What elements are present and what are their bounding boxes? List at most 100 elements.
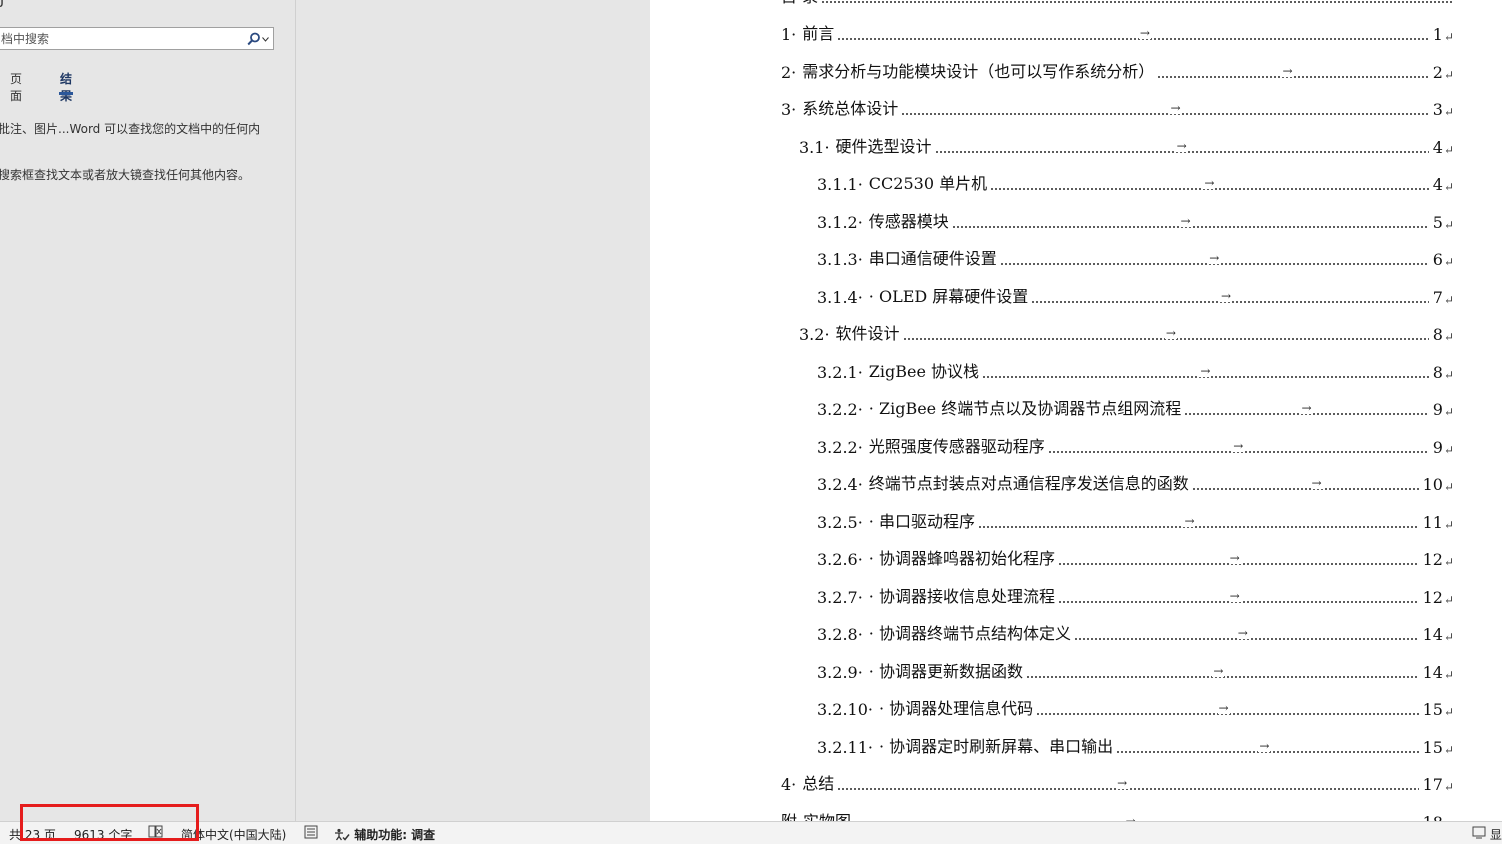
- tab-arrow-icon: →: [1217, 701, 1230, 715]
- paragraph-mark-icon: ↵: [1443, 705, 1454, 719]
- toc-entry-title: 终端节点封装点对点通信程序发送信息的函数: [868, 474, 1189, 493]
- tab-arrow-icon: →: [1212, 663, 1225, 678]
- paragraph-mark-icon: ↵: [1443, 330, 1454, 344]
- toc-entry[interactable]: 3.2.6· · 协调器蜂鸣器初始化程序 → 12 ↵: [817, 547, 1454, 569]
- tab-arrow-icon: →: [1220, 288, 1233, 303]
- tab-pages[interactable]: 页面: [10, 70, 22, 104]
- toc-entry-title: · 协调器更新数据函数: [868, 661, 1023, 681]
- toc-entry[interactable]: 3.2.7· · 协调器接收信息处理流程 → 12 ↵: [817, 585, 1454, 607]
- tab-arrow-icon: →: [1199, 363, 1212, 378]
- toc-entry[interactable]: 3.2.2· 光照强度传感器驱动程序 → 9 ↵: [817, 435, 1454, 457]
- toc-entry[interactable]: 3.1.4· · OLED 屏幕硬件设置 → 7 ↵: [817, 285, 1454, 307]
- toc-entry-number: 1·: [781, 25, 797, 44]
- toc-leader: →: [990, 177, 1429, 190]
- toc-entry-title: 总结: [802, 774, 835, 793]
- search-hint-line-2: 搜索框查找文本或者放大镜查找任何其他内容。: [0, 168, 251, 182]
- toc-entry-number: 3·: [781, 100, 797, 119]
- paragraph-mark-icon: ↵: [1443, 742, 1454, 757]
- paragraph-mark-icon: ↵: [1443, 517, 1454, 532]
- toc-entry-page: 9: [1432, 400, 1443, 419]
- toc-entry[interactable]: 4· 总结 → 17 ↵: [781, 772, 1454, 794]
- paragraph-mark-icon: ↵: [1443, 105, 1454, 119]
- toc-entry[interactable]: 3.2.1· ZigBee 协议栈 → 8 ↵: [817, 360, 1454, 382]
- toc-entry-page: 7: [1432, 287, 1443, 307]
- toc-entry[interactable]: 3.1· 硬件选型设计 → 4 ↵: [799, 135, 1454, 157]
- accessibility-label: 辅助功能: 调查: [354, 828, 436, 842]
- toc-leader: →: [1191, 477, 1419, 490]
- search-button[interactable]: [245, 30, 271, 48]
- toc-entry[interactable]: 3.2.5· · 串口驱动程序 → 11 ↵: [817, 510, 1454, 532]
- toc-entry-title: 系统总体设计: [802, 99, 899, 118]
- tab-arrow-icon: →: [1232, 438, 1245, 453]
- toc-entry[interactable]: 1· 前言 → 1 ↵: [781, 22, 1454, 44]
- toc-entry-page: 4: [1432, 137, 1443, 157]
- tab-results[interactable]: 结果: [59, 70, 74, 104]
- proofing-icon[interactable]: [148, 825, 164, 842]
- toc-entry[interactable]: 3.2.11· · 协调器定时刷新屏幕、串口输出 → 15 ↵: [817, 735, 1454, 757]
- toc-entry-number: 3.2.10·: [817, 700, 873, 719]
- word-count[interactable]: 9613 个字: [74, 826, 132, 843]
- language-indicator[interactable]: 简体中文(中国大陆): [181, 826, 286, 843]
- toc-heading-partial: 目 录: [781, 0, 1454, 7]
- toc-entry[interactable]: 3.1.1· CC2530 单片机 → 4 ↵: [817, 172, 1454, 194]
- toc-entry[interactable]: 3.2.10· · 协调器处理信息代码 → 15 ↵: [817, 697, 1454, 719]
- toc-entry[interactable]: 3.1.2· 传感器模块 → 5 ↵: [817, 210, 1454, 232]
- toc-leader: →: [1057, 552, 1419, 565]
- paragraph-mark-icon: ↵: [1443, 217, 1454, 232]
- status-bar: 共 23 页 9613 个字 简体中文(中国大陆) 辅助功能: 调查 显: [0, 821, 1502, 844]
- page-count[interactable]: 共 23 页: [9, 826, 56, 843]
- tab-arrow-icon: →: [1183, 513, 1196, 528]
- paragraph-mark-icon: ↵: [1443, 255, 1454, 269]
- toc-entry[interactable]: 3.1.3· 串口通信硬件设置 → 6 ↵: [817, 247, 1454, 269]
- toc-entry-number: 2·: [781, 62, 797, 82]
- tab-arrow-icon: →: [1203, 176, 1216, 190]
- toc-entry-page: 11: [1422, 512, 1443, 532]
- toc-leader: →: [982, 364, 1429, 378]
- toc-entry-number: 3.1·: [799, 137, 830, 157]
- toc-entry-number: 3.2.7·: [817, 587, 863, 607]
- search-box[interactable]: [0, 27, 274, 50]
- paragraph-mark-icon: ↵: [1443, 780, 1454, 794]
- toc-entry-title: · 协调器处理信息代码: [878, 699, 1034, 718]
- toc-entry-title: · 协调器终端节点结构体定义: [868, 624, 1071, 643]
- toc-entry[interactable]: 2· 需求分析与功能模块设计（也可以写作系统分析） → 2 ↵: [781, 60, 1454, 82]
- search-input[interactable]: [1, 30, 239, 47]
- toc-leader: →: [1031, 289, 1429, 303]
- toc-leader: →: [1025, 664, 1419, 678]
- toc-entry[interactable]: 3· 系统总体设计 → 3 ↵: [781, 97, 1454, 119]
- toc-entry[interactable]: 附实物图→18↵: [781, 810, 1454, 822]
- paragraph-mark-icon: ↵: [1443, 67, 1454, 82]
- accessibility-checker[interactable]: 辅助功能: 调查: [334, 826, 435, 843]
- toc-entry-page: 8: [1432, 325, 1443, 344]
- toc-entry[interactable]: 3.2.4· 终端节点封装点对点通信程序发送信息的函数 → 10 ↵: [817, 472, 1454, 494]
- chevron-down-icon: [262, 36, 269, 42]
- magnifier-icon: [247, 32, 260, 46]
- toc-entry[interactable]: 3.2.2· · ZigBee 终端节点以及协调器节点组网流程 → 9 ↵: [817, 397, 1454, 419]
- toc-leader: →: [1116, 739, 1419, 753]
- toc-entry-number: 4·: [781, 775, 797, 794]
- paragraph-mark-icon: ↵: [1443, 480, 1454, 494]
- paragraph-mark-icon: ↵: [1443, 405, 1454, 419]
- toc-entry-page: 1: [1432, 25, 1443, 44]
- toc-entry-page: 18: [1423, 813, 1443, 822]
- document-page[interactable]: 目 录 1·前言→1↵ 2·需求分析与功能模块设计（也可以写作系统分析）→2↵ 3· 系…: [650, 0, 1502, 821]
- active-tab-indicator: [59, 92, 74, 95]
- tab-arrow-icon: →: [1236, 626, 1249, 640]
- book-check-icon: [148, 825, 163, 838]
- toc-leader: →: [1073, 627, 1419, 640]
- toc-entry[interactable]: 3.2.8· · 协调器终端节点结构体定义 → 14 ↵: [817, 622, 1454, 644]
- paragraph-mark-icon: ↵: [1443, 555, 1454, 569]
- toc-heading-text: 目 录: [781, 0, 818, 7]
- focus-mode-icon: [1472, 826, 1486, 839]
- toc-entry-title: · 串口驱动程序: [868, 511, 975, 531]
- toc-leader: [821, 1, 1452, 3]
- toc-entry-title: 软件设计: [835, 324, 900, 343]
- toc-entry-page: 8: [1432, 362, 1443, 382]
- paragraph-mark-icon: ↵: [1443, 30, 1454, 44]
- toc-entry[interactable]: 3.2.9· · 协调器更新数据函数 → 14 ↵: [817, 660, 1454, 682]
- display-settings[interactable]: 显: [1472, 825, 1502, 843]
- track-changes-icon[interactable]: [304, 825, 318, 842]
- toc-entry-number: 附: [781, 811, 798, 822]
- toc-entry-number: 3.2.2·: [817, 400, 863, 419]
- toc-entry[interactable]: 3.2· 软件设计 → 8 ↵: [799, 322, 1454, 344]
